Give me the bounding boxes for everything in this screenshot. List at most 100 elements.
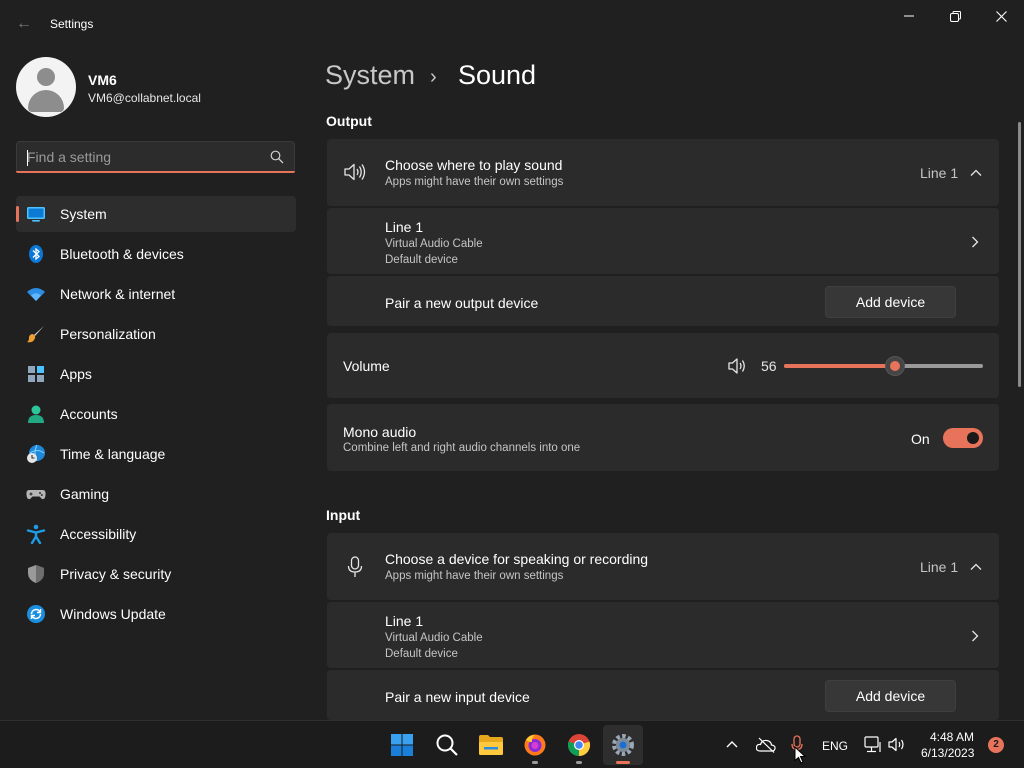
sidebar-item-accounts[interactable]: Accounts: [16, 396, 296, 432]
mono-audio-subtitle: Combine left and right audio channels in…: [343, 442, 581, 454]
sidebar-item-bluetooth[interactable]: Bluetooth & devices: [16, 236, 296, 272]
sidebar-item-system[interactable]: System: [16, 196, 296, 232]
sidebar-item-network[interactable]: Network & internet: [16, 276, 296, 312]
language-indicator[interactable]: ENG: [822, 739, 848, 753]
sidebar-item-label: Bluetooth & devices: [60, 246, 184, 262]
sidebar-item-gaming[interactable]: Gaming: [16, 476, 296, 512]
mono-audio-title: Mono audio: [343, 424, 417, 440]
apps-icon: [28, 366, 44, 382]
output-section-title: Output: [326, 113, 372, 129]
sidebar-item-label: Apps: [60, 366, 92, 382]
breadcrumb-root[interactable]: System: [325, 60, 415, 91]
volume-slider-fill: [784, 364, 896, 368]
running-indicator: [532, 761, 538, 764]
volume-slider[interactable]: [784, 356, 983, 376]
restore-icon: [949, 10, 961, 22]
minimize-icon: [904, 15, 914, 17]
avatar-head: [37, 68, 55, 86]
input-choose-subtitle: Apps might have their own settings: [385, 570, 564, 582]
output-device-name: Line 1: [385, 219, 424, 235]
file-explorer-icon: [479, 735, 503, 755]
input-section-title: Input: [326, 507, 361, 523]
chevron-up-icon[interactable]: [725, 739, 739, 749]
output-selected-device: Line 1: [920, 165, 959, 181]
input-device-name: Line 1: [385, 613, 424, 629]
system-icon: [27, 207, 45, 222]
gamepad-icon: [26, 490, 46, 500]
chevron-up-icon[interactable]: [969, 166, 983, 180]
bluetooth-icon: [29, 245, 43, 263]
sidebar-item-apps[interactable]: Apps: [16, 356, 296, 392]
output-device-selector[interactable]: Choose where to play sound Apps might ha…: [327, 139, 999, 206]
firefox-icon: [524, 734, 546, 756]
volume-label: Volume: [343, 358, 390, 374]
output-choose-title: Choose where to play sound: [385, 157, 563, 173]
mouse-cursor-icon: [794, 746, 806, 764]
sidebar-item-label: Gaming: [60, 486, 110, 502]
taskbar-file-explorer[interactable]: [471, 725, 511, 765]
brush-icon: [27, 326, 44, 343]
search-icon[interactable]: [270, 150, 284, 164]
input-device-line1[interactable]: Line 1 Virtual Audio Cable Default devic…: [327, 602, 999, 668]
output-device-type: Virtual Audio Cable: [385, 238, 483, 250]
maximize-button[interactable]: [932, 0, 978, 32]
mono-audio-toggle[interactable]: [943, 428, 983, 448]
sidebar-item-label: Privacy & security: [60, 566, 172, 582]
sidebar-item-label: Personalization: [60, 326, 156, 342]
search-input[interactable]: [27, 142, 267, 172]
sidebar-item-windows-update[interactable]: Windows Update: [16, 596, 296, 632]
input-choose-title: Choose a device for speaking or recordin…: [385, 551, 649, 567]
chrome-icon: [567, 734, 591, 757]
taskbar-settings[interactable]: [603, 725, 643, 765]
volume-tray-icon[interactable]: [888, 737, 906, 752]
avatar-body: [28, 90, 64, 112]
cloud-offline-icon[interactable]: [756, 737, 776, 753]
chevron-right-icon: [972, 630, 979, 642]
minimize-button[interactable]: [886, 0, 932, 32]
add-input-device-button[interactable]: Add device: [825, 680, 956, 712]
sidebar-nav: System Bluetooth & devices Network & int…: [16, 196, 296, 636]
add-output-device-button[interactable]: Add device: [825, 286, 956, 318]
text-caret: [27, 150, 28, 166]
clock-time[interactable]: 4:48 AM: [930, 730, 974, 744]
clock-date[interactable]: 6/13/2023: [921, 746, 974, 760]
start-button[interactable]: [382, 725, 422, 765]
close-button[interactable]: [978, 0, 1024, 32]
taskbar-firefox[interactable]: [515, 725, 555, 765]
notification-badge[interactable]: 2: [988, 737, 1004, 753]
scrollbar[interactable]: [1018, 122, 1021, 387]
input-device-selector[interactable]: Choose a device for speaking or recordin…: [327, 533, 999, 600]
mono-audio-row: Mono audio Combine left and right audio …: [327, 404, 999, 471]
settings-icon: [612, 734, 634, 756]
avatar[interactable]: [16, 57, 76, 117]
wifi-icon: [27, 288, 45, 301]
accounts-icon: [28, 405, 44, 423]
network-wired-icon[interactable]: [864, 736, 882, 753]
taskbar: ENG 4:48 AM 6/13/2023 2: [0, 720, 1024, 768]
sidebar-item-personalization[interactable]: Personalization: [16, 316, 296, 352]
sidebar-item-time-language[interactable]: Time & language: [16, 436, 296, 472]
volume-icon[interactable]: [728, 357, 748, 375]
user-name: VM6: [88, 72, 117, 88]
sidebar-item-accessibility[interactable]: Accessibility: [16, 516, 296, 552]
running-indicator: [576, 761, 582, 764]
chevron-up-icon[interactable]: [969, 560, 983, 574]
sidebar-item-label: Time & language: [60, 446, 166, 462]
sidebar-item-privacy[interactable]: Privacy & security: [16, 556, 296, 592]
taskbar-chrome[interactable]: [559, 725, 599, 765]
user-email: VM6@collabnet.local: [88, 91, 201, 105]
chevron-right-icon: [972, 236, 979, 248]
sidebar-item-label: System: [60, 206, 107, 222]
app-title: Settings: [50, 17, 94, 31]
start-icon: [391, 734, 413, 756]
search-box[interactable]: [16, 141, 295, 173]
windows-update-icon: [27, 605, 45, 623]
volume-value: 56: [761, 358, 777, 374]
output-device-line1[interactable]: Line 1 Virtual Audio Cable Default devic…: [327, 208, 999, 274]
taskbar-search-button[interactable]: [427, 725, 467, 765]
search-icon: [436, 734, 458, 756]
pair-output-label: Pair a new output device: [385, 295, 539, 311]
active-indicator: [616, 761, 630, 764]
back-button[interactable]: ←: [12, 13, 36, 35]
shield-icon: [28, 565, 44, 583]
